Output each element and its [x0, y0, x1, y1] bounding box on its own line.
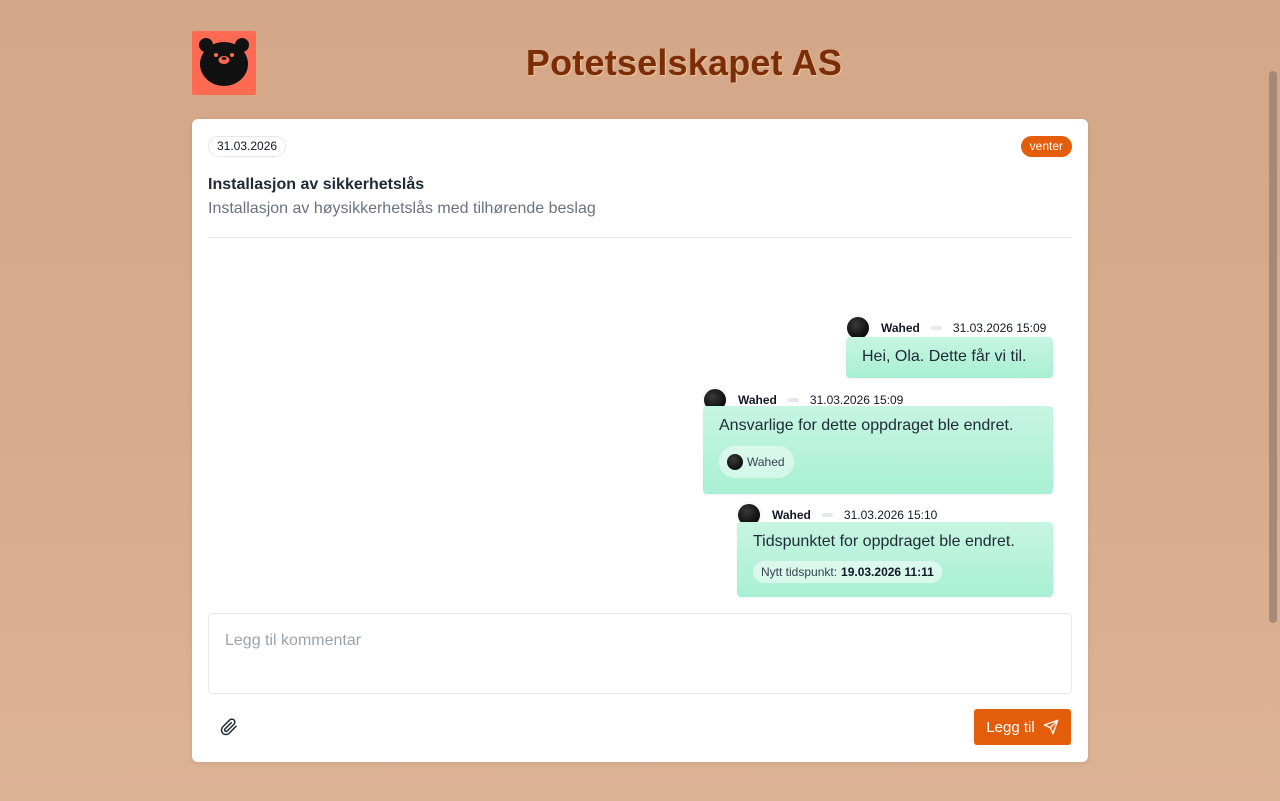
attach-button[interactable]: [218, 716, 240, 738]
separator: [787, 398, 799, 402]
new-time-value: 19.03.2026 11:11: [841, 565, 934, 579]
assignee-name: Wahed: [747, 455, 785, 469]
message-text: Tidspunktet for oppdraget ble endret.: [753, 533, 1015, 550]
comment-box: [208, 613, 1072, 694]
new-time-label: Nytt tidspunkt:: [761, 565, 838, 579]
message-text: Ansvarlige for dette oppdraget ble endre…: [719, 417, 1014, 434]
send-icon: [1043, 719, 1059, 735]
page-scrollbar[interactable]: [1266, 0, 1280, 801]
task-description: Installasjon av høysikkerhetslås med til…: [208, 200, 596, 217]
submit-label: Legg til: [986, 718, 1035, 736]
scrollbar-thumb[interactable]: [1269, 71, 1277, 623]
message-author: Wahed: [738, 393, 777, 407]
status-badge: venter: [1020, 136, 1072, 157]
submit-comment-button[interactable]: Legg til: [974, 709, 1071, 745]
avatar: [727, 454, 743, 470]
assignee-chip[interactable]: Wahed: [719, 446, 794, 478]
separator: [930, 326, 942, 330]
page-title: Potetselskapet AS: [525, 42, 843, 83]
message-author: Wahed: [772, 508, 811, 522]
message-author: Wahed: [881, 321, 920, 335]
task-card: 31.03.2026 venter Installasjon av sikker…: [192, 119, 1088, 762]
message-text: Hei, Ola. Dette får vi til.: [862, 348, 1027, 365]
company-logo: [192, 31, 256, 95]
divider: [208, 237, 1072, 238]
new-time-chip: Nytt tidspunkt: 19.03.2026 11:11: [753, 561, 942, 583]
message-bubble: Tidspunktet for oppdraget ble endret. Ny…: [737, 522, 1053, 597]
paperclip-icon: [220, 718, 237, 736]
task-title: Installasjon av sikkerhetslås: [208, 176, 425, 193]
message-bubble: Ansvarlige for dette oppdraget ble endre…: [703, 406, 1053, 494]
message-timestamp: 31.03.2026 15:09: [809, 393, 904, 407]
task-date-chip: 31.03.2026: [208, 136, 287, 157]
message-timestamp: 31.03.2026 15:10: [843, 508, 938, 522]
message-timestamp: 31.03.2026 15:09: [952, 321, 1047, 335]
comment-input[interactable]: [209, 614, 1071, 693]
bear-face-logo-icon: [199, 38, 249, 86]
separator: [821, 513, 833, 517]
message-bubble: Hei, Ola. Dette får vi til.: [846, 337, 1053, 378]
